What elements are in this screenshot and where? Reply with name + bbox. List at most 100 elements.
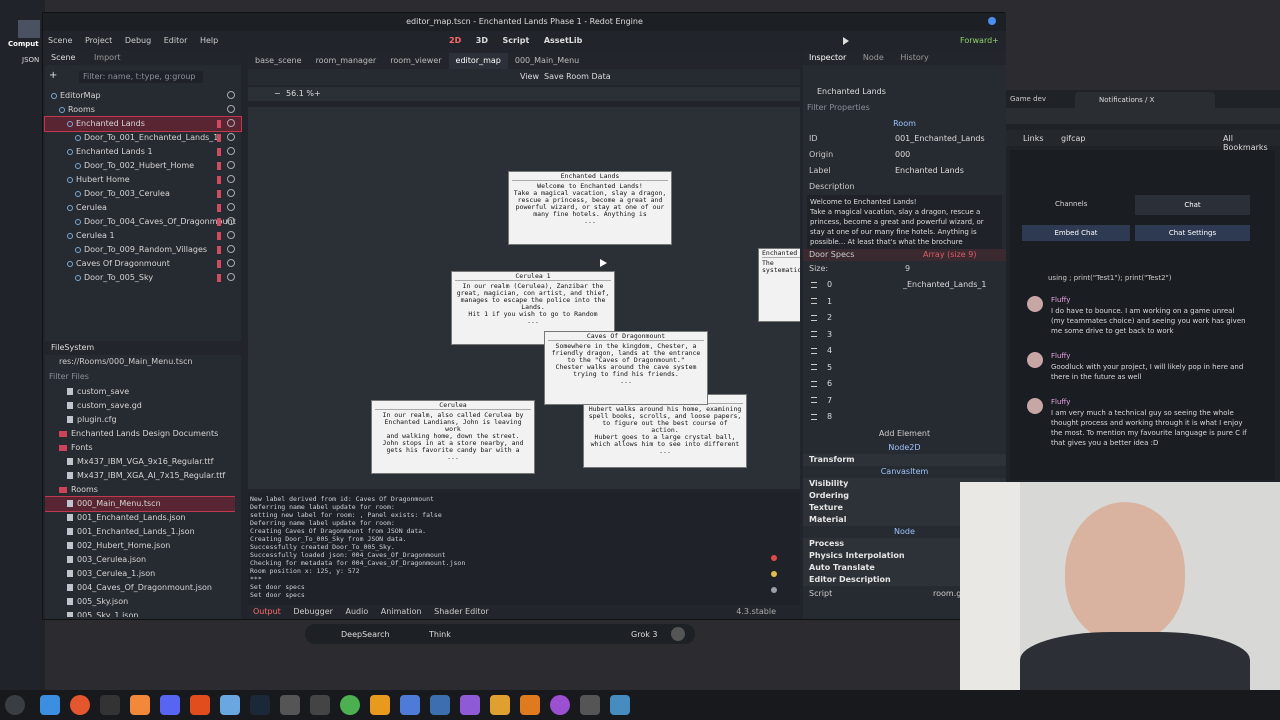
- embed-chat-button[interactable]: Embed Chat: [1022, 225, 1130, 241]
- renderer-label[interactable]: Forward+: [960, 31, 999, 51]
- firefox-icon[interactable]: [70, 695, 90, 715]
- filesystem-row[interactable]: 003_Cerulea.json: [45, 553, 235, 567]
- room-panel-cerulea[interactable]: Cerulea In our realm, also called Cerule…: [371, 400, 535, 474]
- filesystem-row[interactable]: Mx437_IBM_VGA_9x16_Regular.ttf: [45, 455, 235, 469]
- room-panel-caves-of-dragonmount[interactable]: Caves Of Dragonmount Somewhere in the ki…: [544, 331, 708, 405]
- start-menu-icon[interactable]: [5, 695, 25, 715]
- filter-properties-input[interactable]: Filter Properties: [807, 103, 977, 112]
- zoom-level[interactable]: 56.1 %: [286, 89, 314, 98]
- app-icon[interactable]: [130, 695, 150, 715]
- chat-settings-button[interactable]: Chat Settings: [1135, 225, 1250, 241]
- visibility-icon[interactable]: [227, 189, 235, 197]
- scene-tree-row[interactable]: Caves Of Dragonmount: [45, 257, 241, 271]
- tab-scene[interactable]: Scene: [51, 53, 75, 62]
- error-icon[interactable]: [771, 555, 777, 561]
- filesystem-row[interactable]: 001_Enchanted_Lands.json: [45, 511, 235, 525]
- mail-icon[interactable]: [400, 695, 420, 715]
- filesystem-row[interactable]: 005_Sky.json: [45, 595, 235, 609]
- camera-icon[interactable]: [310, 695, 330, 715]
- blender-icon[interactable]: [520, 695, 540, 715]
- filesystem-row[interactable]: Mx437_IBM_XGA_AI_7x15_Regular.ttf: [45, 469, 235, 483]
- drag-handle-icon[interactable]: [811, 413, 817, 420]
- array-element-row[interactable]: 7: [811, 393, 1006, 410]
- label-field[interactable]: Enchanted Lands: [895, 163, 964, 179]
- filesystem-row[interactable]: plugin.cfg: [45, 413, 235, 427]
- script-icon[interactable]: [217, 190, 221, 198]
- array-element-row[interactable]: 0 _Enchanted_Lands_1: [811, 277, 1006, 294]
- filesystem-row[interactable]: 001_Enchanted_Lands_1.json: [45, 525, 235, 539]
- visibility-icon[interactable]: [227, 119, 235, 127]
- menu-editor[interactable]: Editor: [159, 31, 193, 51]
- drag-handle-icon[interactable]: [811, 281, 817, 288]
- drag-handle-icon[interactable]: [811, 298, 817, 304]
- scene-tree-row[interactable]: Door_To_005_Sky: [45, 271, 241, 285]
- workspace-2d[interactable]: 2D: [443, 31, 467, 51]
- steam-icon[interactable]: [250, 695, 270, 715]
- script-icon[interactable]: [217, 260, 221, 268]
- script-icon[interactable]: [217, 218, 221, 226]
- script-icon[interactable]: [217, 148, 221, 156]
- menu-help[interactable]: Help: [195, 31, 223, 51]
- menu-scene[interactable]: Scene: [43, 31, 77, 51]
- id-field[interactable]: 001_Enchanted_Lands: [895, 131, 985, 147]
- array-element-row[interactable]: 2: [811, 310, 1006, 327]
- editor-tab[interactable]: room_viewer: [383, 53, 448, 69]
- visibility-icon[interactable]: [227, 231, 235, 239]
- warning-icon[interactable]: [771, 571, 777, 577]
- editor-tab[interactable]: 000_Main_Menu: [508, 53, 586, 69]
- scene-tree-row[interactable]: Door_To_001_Enchanted_Lands_1: [45, 131, 241, 145]
- message-icon[interactable]: [771, 587, 777, 593]
- model-selector[interactable]: Grok 3: [631, 630, 657, 639]
- filesystem-row[interactable]: 004_Caves_Of_Dragonmount.json: [45, 581, 235, 595]
- editor-tab[interactable]: base_scene: [248, 53, 309, 69]
- bookmark-gifcap[interactable]: gifcap: [1061, 134, 1086, 143]
- view-menu[interactable]: View: [520, 72, 539, 81]
- tab-import[interactable]: Import: [94, 53, 121, 62]
- array-element-row[interactable]: 6: [811, 376, 1006, 393]
- section-transform[interactable]: Transform: [803, 453, 1006, 466]
- send-icon[interactable]: [671, 627, 685, 641]
- filesystem-row[interactable]: custom_save.gd: [45, 399, 235, 413]
- play-icon[interactable]: [843, 37, 849, 45]
- visibility-icon[interactable]: [227, 105, 235, 113]
- filesystem-row[interactable]: Fonts: [45, 441, 235, 455]
- scene-tree-row[interactable]: Enchanted Lands 1: [45, 145, 241, 159]
- scene-tree-row[interactable]: EditorMap: [45, 89, 241, 103]
- inspected-node-name[interactable]: Enchanted Lands: [817, 87, 886, 96]
- scene-tree-row[interactable]: Cerulea 1: [45, 229, 241, 243]
- chrome-icon[interactable]: [340, 695, 360, 715]
- filesystem-row[interactable]: custom_save: [45, 385, 235, 399]
- scene-tree-row[interactable]: Cerulea: [45, 201, 241, 215]
- tab-debugger[interactable]: Debugger: [288, 605, 338, 619]
- door-specs-value[interactable]: Array (size 9): [923, 249, 976, 261]
- obs-icon[interactable]: [550, 695, 570, 715]
- app-icon[interactable]: [220, 695, 240, 715]
- add-node-icon[interactable]: +: [49, 71, 59, 81]
- menu-debug[interactable]: Debug: [120, 31, 156, 51]
- visibility-icon[interactable]: [227, 273, 235, 281]
- add-element-button[interactable]: Add Element: [803, 426, 1006, 442]
- tab-shader-editor[interactable]: Shader Editor: [429, 605, 494, 619]
- room-panel-hubert-home[interactable]: Hubert Home Hubert walks around his home…: [583, 394, 747, 468]
- chat-tab[interactable]: Chat: [1135, 195, 1250, 215]
- discord-icon[interactable]: [160, 695, 180, 715]
- app-icon[interactable]: [190, 695, 210, 715]
- scene-tree-row[interactable]: Door_To_004_Caves_Of_Dragonmount: [45, 215, 241, 229]
- drag-handle-icon[interactable]: [811, 331, 817, 337]
- visibility-icon[interactable]: [227, 175, 235, 183]
- app-icon[interactable]: [580, 695, 600, 715]
- array-element-row[interactable]: 8: [811, 409, 1006, 426]
- godot-icon[interactable]: [610, 695, 630, 715]
- tab-animation[interactable]: Animation: [376, 605, 427, 619]
- script-icon[interactable]: [217, 246, 221, 254]
- room-panel-enchanted-lands[interactable]: Enchanted Lands Welcome to Enchanted Lan…: [508, 171, 672, 245]
- size-field[interactable]: 9: [905, 261, 910, 277]
- terminal-icon[interactable]: [100, 695, 120, 715]
- script-icon[interactable]: [217, 176, 221, 184]
- editor-tab[interactable]: room_manager: [309, 53, 384, 69]
- tab-history[interactable]: History: [900, 53, 928, 62]
- tab-node[interactable]: Node: [863, 53, 884, 62]
- drag-handle-icon[interactable]: [811, 364, 817, 370]
- workspace-script[interactable]: Script: [497, 31, 536, 51]
- visibility-icon[interactable]: [227, 259, 235, 267]
